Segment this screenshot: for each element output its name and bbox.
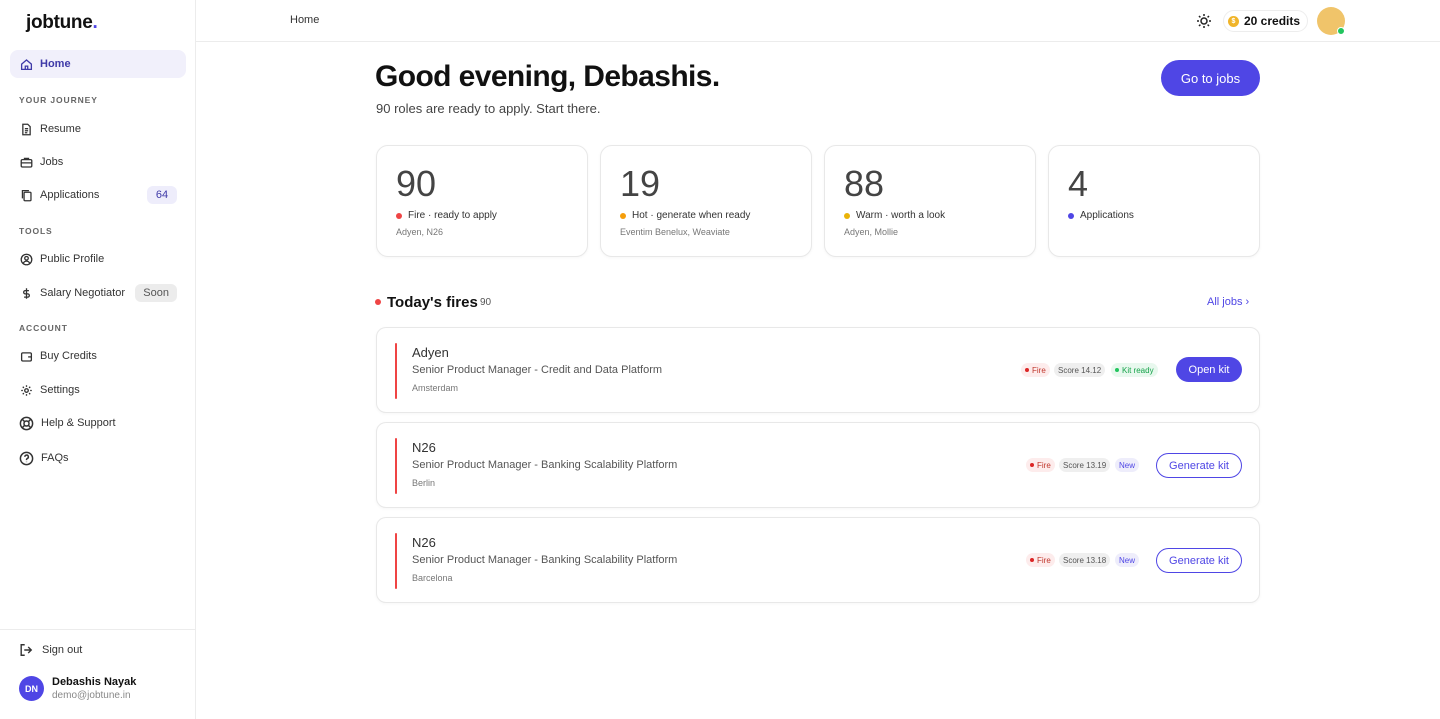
kit-ready-tag: Kit ready (1111, 363, 1158, 377)
sidebar-item-buy-credits[interactable]: Buy Credits (10, 342, 186, 370)
stat-value: 4 (1068, 163, 1089, 204)
stat-label: Applications (1068, 210, 1134, 221)
page-title: Good evening, Debashis. (375, 60, 720, 93)
job-title: Senior Product Manager - Credit and Data… (412, 364, 663, 376)
sidebar-item-settings[interactable]: Settings (10, 376, 186, 404)
fire-priority-bar (395, 438, 397, 494)
stat-card-fire[interactable]: 90 Fire · ready to apply Adyen, N26 (376, 145, 588, 257)
page-subtitle: 90 roles are ready to apply. Start there… (376, 101, 601, 116)
stat-card-hot[interactable]: 19 Hot · generate when ready Eventim Ben… (600, 145, 812, 257)
sidebar-item-applications[interactable]: Applications 64 (10, 181, 186, 209)
fire-tag: Fire (1021, 363, 1050, 377)
job-location: Amsterdam (412, 383, 459, 393)
soon-badge: Soon (135, 284, 177, 302)
section-title-fires: Today's fires (387, 294, 478, 311)
sign-out-button[interactable]: Sign out (19, 643, 82, 657)
question-icon (19, 451, 34, 466)
app-logo[interactable]: jobtune. (26, 12, 98, 34)
document-icon (19, 122, 33, 136)
job-location: Barcelona (412, 573, 453, 583)
coin-icon: $ (1228, 15, 1239, 27)
briefcase-icon (19, 155, 33, 169)
new-tag: New (1115, 553, 1140, 567)
stat-companies: Adyen, N26 (396, 227, 444, 237)
score-tag: Score 14.12 (1054, 363, 1106, 377)
sidebar-item-resume[interactable]: Resume (10, 115, 186, 143)
fire-priority-bar (395, 343, 397, 399)
stat-card-warm[interactable]: 88 Warm · worth a look Adyen, Mollie (824, 145, 1036, 257)
fires-count: 90 (480, 297, 492, 308)
warm-dot (844, 212, 850, 219)
user-email: demo@jobtune.in (52, 690, 131, 701)
lifebuoy-icon (19, 416, 34, 431)
stat-card-applications[interactable]: 4 Applications (1048, 145, 1260, 257)
section-label-tools: TOOLS (19, 226, 53, 236)
top-bar: Home $ 20 credits (196, 0, 1440, 42)
sidebar-item-jobs[interactable]: Jobs (10, 148, 186, 176)
job-company: N26 (412, 440, 436, 455)
job-card[interactable]: N26 Senior Product Manager - Banking Sca… (376, 422, 1260, 508)
job-title: Senior Product Manager - Banking Scalabi… (412, 459, 678, 471)
generate-kit-button[interactable]: Generate kit (1156, 548, 1242, 573)
job-company: Adyen (412, 345, 449, 360)
copy-icon (19, 188, 33, 202)
fire-priority-bar (395, 533, 397, 589)
user-name: Debashis Nayak (52, 676, 137, 688)
user-circle-icon (19, 252, 33, 266)
fire-tag: Fire (1026, 553, 1055, 567)
sidebar: jobtune. Home YOUR JOURNEY Resume Jobs A… (0, 0, 196, 719)
section-label-journey: YOUR JOURNEY (19, 95, 98, 105)
sidebar-item-public-profile[interactable]: Public Profile (10, 245, 186, 273)
job-company: N26 (412, 535, 436, 550)
breadcrumb: Home (290, 14, 320, 26)
sidebar-divider (0, 629, 195, 630)
sign-out-icon (20, 644, 33, 656)
sidebar-item-help[interactable]: Help & Support (10, 409, 186, 437)
stat-label: Hot · generate when ready (620, 210, 750, 221)
dollar-icon (19, 286, 33, 300)
fire-tag: Fire (1026, 458, 1055, 472)
hot-dot (620, 212, 626, 219)
gear-icon (19, 383, 33, 397)
score-tag: Score 13.19 (1059, 458, 1111, 472)
online-status-indicator (1337, 27, 1345, 35)
job-card[interactable]: N26 Senior Product Manager - Banking Sca… (376, 517, 1260, 603)
stat-value: 90 (396, 163, 437, 204)
new-tag: New (1115, 458, 1140, 472)
wallet-icon (19, 349, 33, 363)
fire-dot (396, 212, 402, 219)
applications-count-badge: 64 (147, 186, 177, 204)
generate-kit-button[interactable]: Generate kit (1156, 453, 1242, 478)
stat-label: Warm · worth a look (844, 210, 945, 221)
stat-companies: Adyen, Mollie (844, 227, 899, 237)
sidebar-item-home[interactable]: Home (10, 50, 186, 78)
stat-label: Fire · ready to apply (396, 210, 497, 221)
job-location: Berlin (412, 478, 436, 488)
job-card[interactable]: Adyen Senior Product Manager - Credit an… (376, 327, 1260, 413)
stat-companies: Eventim Benelux, Weaviate (620, 227, 730, 237)
fires-indicator-dot (375, 299, 381, 305)
credits-badge[interactable]: $ 20 credits (1223, 10, 1309, 32)
all-jobs-link[interactable]: All jobs › (1207, 296, 1249, 308)
job-title: Senior Product Manager - Banking Scalabi… (412, 554, 678, 566)
open-kit-button[interactable]: Open kit (1176, 357, 1242, 382)
stat-value: 88 (844, 163, 885, 204)
home-icon (19, 57, 33, 71)
applications-dot (1068, 212, 1074, 219)
sidebar-item-salary-negotiator[interactable]: Salary Negotiator Soon (10, 279, 186, 307)
section-label-account: ACCOUNT (19, 323, 68, 333)
stat-value: 19 (620, 163, 661, 204)
sidebar-item-faqs[interactable]: FAQs (10, 444, 186, 472)
sun-icon[interactable] (1196, 13, 1212, 29)
score-tag: Score 13.18 (1059, 553, 1111, 567)
go-to-jobs-button[interactable]: Go to jobs (1161, 60, 1260, 96)
user-avatar[interactable]: DN (19, 676, 44, 701)
